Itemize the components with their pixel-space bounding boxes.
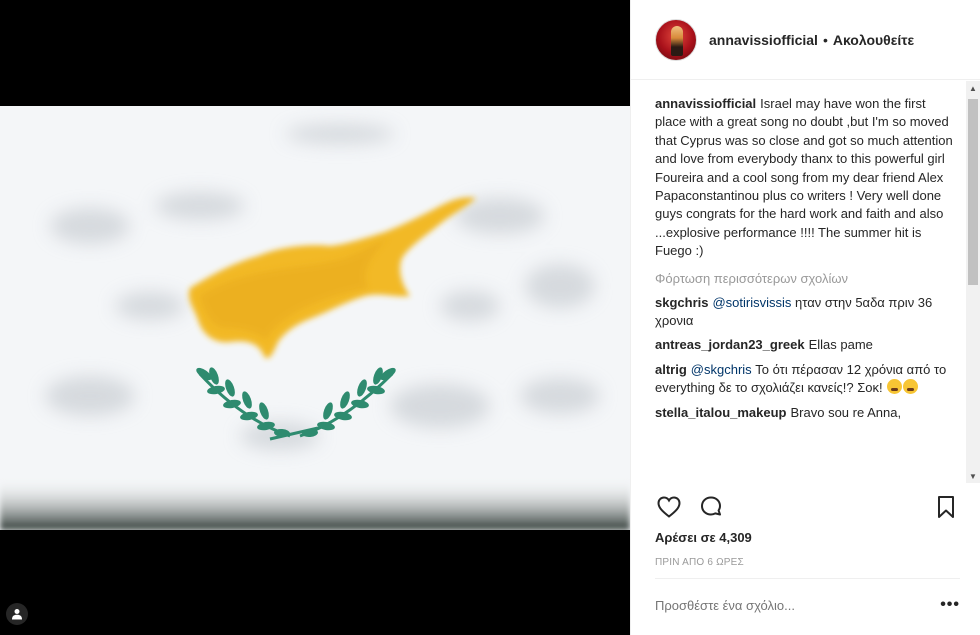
- scroll-up-arrow-icon[interactable]: ▲: [966, 81, 980, 95]
- bookmark-icon[interactable]: [932, 493, 960, 521]
- comments-scrollbar[interactable]: ▲ ▼: [966, 81, 980, 483]
- comment-username[interactable]: stella_italou_makeup: [655, 405, 787, 420]
- comment-text: Bravo sou re Anna,: [790, 404, 902, 420]
- post-actions: [655, 490, 960, 524]
- post-media[interactable]: [0, 0, 630, 635]
- user-silhouette-icon[interactable]: [6, 603, 28, 625]
- comment-username[interactable]: altrig: [655, 362, 687, 377]
- following-button[interactable]: Ακολουθείτε: [833, 32, 914, 48]
- post-side-panel: annavissiofficial • Ακολουθείτε annaviss…: [630, 0, 980, 635]
- comment-bubble-icon[interactable]: [697, 493, 725, 521]
- avatar[interactable]: [655, 18, 697, 61]
- list-item: skgchris @sotirisvissis ηταν στην 5αδα πρ…: [655, 294, 957, 331]
- sweat-smile-emoji-icon: [887, 379, 903, 395]
- more-options-button[interactable]: •••: [940, 596, 960, 614]
- caption-text: Israel may have won the first place with…: [655, 96, 953, 259]
- list-item: antreas_jordan23_greek Ellas pame: [655, 336, 957, 354]
- comment-username[interactable]: skgchris: [655, 295, 708, 310]
- header-separator: •: [822, 31, 828, 48]
- comments-list[interactable]: annavissiofficial Israel may have won the…: [631, 81, 967, 483]
- list-item: altrig @skgchris Το ότι πέρασαν 12 χρόνια…: [655, 361, 957, 398]
- list-item: stella_italou_makeup Bravo sou re Anna,: [655, 404, 957, 422]
- caption-username[interactable]: annavissiofficial: [655, 96, 756, 111]
- add-comment-bar: •••: [655, 596, 960, 614]
- scroll-down-arrow-icon[interactable]: ▼: [966, 469, 980, 483]
- comment-mention[interactable]: @sotirisvissis: [712, 295, 791, 310]
- divider: [655, 578, 960, 579]
- heart-icon[interactable]: [655, 493, 683, 521]
- post-timestamp[interactable]: ΠΡΙΝ ΑΠΟ 6 ΩΡΕΣ: [655, 557, 744, 568]
- header-username[interactable]: annavissiofficial: [709, 32, 818, 48]
- comment-mention[interactable]: @skgchris: [691, 362, 752, 377]
- cyprus-flag-image: [0, 106, 630, 530]
- comment-text: Ellas pame: [808, 337, 873, 353]
- post-header: annavissiofficial • Ακολουθείτε: [631, 0, 980, 80]
- load-more-comments-link[interactable]: Φόρτωση περισσότερων σχολίων: [655, 271, 957, 286]
- instagram-post-modal: annavissiofficial • Ακολουθείτε annaviss…: [0, 0, 980, 635]
- weary-face-emoji-icon: [903, 379, 919, 395]
- comment-username[interactable]: antreas_jordan23_greek: [655, 337, 805, 352]
- add-comment-input[interactable]: [655, 597, 941, 613]
- scrollbar-thumb[interactable]: [968, 99, 978, 285]
- post-caption: annavissiofficial Israel may have won the…: [655, 95, 957, 261]
- likes-count[interactable]: Αρέσει σε 4,309: [655, 530, 752, 545]
